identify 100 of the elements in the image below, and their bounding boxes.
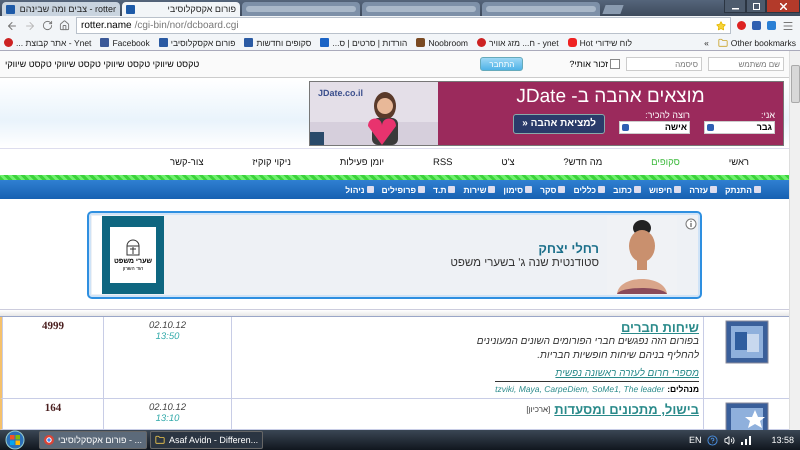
maximize-icon	[752, 2, 760, 10]
managers-list: tzviki, Maya, CarpeDiem, SoMe1, The leader	[495, 384, 664, 395]
last-post-time: 13:10	[154, 413, 180, 424]
ad-headline: מוצאים אהבה ב- JDate	[516, 86, 705, 108]
username-field[interactable]: שם משתמש	[708, 57, 784, 71]
bookmark[interactable]: לוח שידורי Hot	[568, 38, 632, 48]
nav-link[interactable]: צ'ט	[501, 156, 515, 168]
menu-icon[interactable]	[782, 20, 794, 32]
address-bar[interactable]: rotter.name /cgi-bin/nor/dcboard.cgi	[76, 17, 731, 34]
toolbar-link[interactable]: התנתק	[725, 184, 761, 194]
last-post-date: 02.10.12	[148, 320, 187, 331]
toolbar-icon	[674, 186, 682, 193]
toolbar-icon	[525, 186, 532, 193]
close-button[interactable]	[766, 0, 800, 13]
nav-link[interactable]: RSS	[432, 156, 453, 168]
bookmark[interactable]: Noobroom	[416, 38, 468, 48]
maximize-button[interactable]	[746, 0, 766, 13]
browser-tab[interactable]: פורום אקסקלוסיבי	[122, 2, 240, 16]
folder-icon	[154, 435, 165, 445]
volume-icon[interactable]	[724, 434, 736, 446]
toolbar-icon	[488, 186, 496, 193]
start-button[interactable]	[4, 430, 26, 450]
forum-link[interactable]: מספרי חרום לעזרה ראשונה נפשית	[555, 368, 699, 379]
gender-select[interactable]: גבר	[704, 120, 775, 134]
browser-tab[interactable]: rotter - צבים ומה שבינהם	[2, 2, 120, 16]
signal-icon	[741, 436, 752, 444]
bookmark-icon	[416, 38, 426, 47]
forum-title[interactable]: בישול, מתכונים ומסעדות	[554, 402, 699, 417]
nav-link[interactable]: יומן פעילות	[340, 156, 384, 168]
bookmark[interactable]: הורדות | סרטים | ס...	[320, 38, 408, 48]
nav-link[interactable]: ניקוי קוקיז	[252, 156, 291, 168]
page-icon	[126, 4, 135, 14]
ad-logo: JDate.co.il	[318, 88, 364, 98]
toolbar-icon	[448, 186, 456, 193]
toolbar-icon	[418, 186, 426, 193]
taskbar-button[interactable]: פורום אקסקלוסיבי - ...	[39, 431, 147, 449]
folder-icon	[718, 38, 728, 48]
nav-link[interactable]: ראשי	[728, 156, 749, 168]
bookmark[interactable]: ynet - ח... מזג אוויר	[477, 38, 559, 48]
password-field[interactable]: סיסמה	[626, 57, 702, 71]
forum-title[interactable]: שיחות חברים	[620, 320, 699, 335]
remember-label: זכור אותי?	[569, 59, 608, 69]
close-icon	[780, 2, 786, 10]
seeking-select[interactable]: אישה	[619, 120, 690, 134]
bookmark-icon	[477, 38, 486, 47]
managers-label: מנהלים:	[667, 384, 699, 395]
toolbar-link[interactable]: סימון	[503, 184, 532, 194]
bookmark-icon	[244, 38, 254, 47]
home-icon[interactable]	[59, 20, 70, 31]
toolbar-link[interactable]: כללים	[573, 184, 606, 194]
page-icon	[6, 4, 15, 14]
remember-checkbox[interactable]	[610, 59, 620, 69]
minimize-button[interactable]	[724, 0, 746, 13]
ad-caption: סטודנטית שנה ג' בשערי משפט	[450, 257, 599, 269]
last-post-time: 13:50	[154, 330, 180, 342]
toolbar-icon	[634, 186, 641, 193]
toolbar-link[interactable]: פרופילים	[382, 184, 426, 194]
search-love-button[interactable]: למציאת אהבה «	[513, 114, 605, 134]
taskbar-button[interactable]: Asaf Avidn - Differen...	[150, 431, 264, 449]
other-bookmarks[interactable]: Other bookmarks	[718, 38, 796, 48]
star-icon[interactable]	[716, 20, 726, 30]
nav-link[interactable]: צור-קשר	[170, 156, 204, 168]
toolbar-icon	[710, 186, 717, 193]
toolbar-link[interactable]: סקר	[540, 184, 566, 194]
bookmark-icon	[320, 38, 330, 47]
browser-icon	[44, 435, 54, 445]
reload-icon[interactable]	[42, 20, 53, 31]
toolbar-icon	[754, 186, 761, 193]
faces-icon	[724, 320, 768, 364]
field-label: רוצה להכיר:	[644, 110, 690, 120]
nav-link[interactable]: מה חדש?	[563, 156, 602, 168]
toolbar-link[interactable]: ת.ד	[433, 184, 456, 194]
bookmark[interactable]: Facebook	[100, 38, 150, 48]
bookmark-icon	[100, 38, 110, 47]
marketing-text: טקסט שיווקי טקסט שיווקי טקסט שיווקי טקסט שיווקי	[5, 59, 200, 69]
toolbar-link[interactable]: עזרה	[689, 184, 717, 194]
toolbar-link[interactable]: שירות	[463, 184, 496, 194]
clock: 13:58	[771, 435, 794, 445]
post-count: 164	[44, 402, 62, 414]
scrollbar[interactable]	[789, 51, 800, 430]
bookmark-icon	[4, 38, 13, 47]
toolbar-link[interactable]: ניהול	[345, 184, 374, 194]
toolbar-link[interactable]: כתוב	[613, 184, 641, 194]
info-icon[interactable]	[685, 218, 697, 230]
bookmark[interactable]: סקופים וחדשות	[244, 38, 312, 48]
bookmark-icon	[158, 38, 168, 47]
back-icon[interactable]	[6, 20, 18, 32]
help-icon[interactable]	[707, 434, 718, 446]
toolbar-icon	[598, 186, 606, 193]
new-tab-button[interactable]	[602, 5, 624, 14]
language-indicator[interactable]: EN	[688, 435, 702, 445]
more-bookmarks-button[interactable]: »	[704, 38, 709, 48]
courthouse-icon	[125, 238, 141, 256]
toolbar-icon	[366, 186, 374, 193]
last-post-date: 02.10.12	[148, 402, 187, 413]
post-count: 4999	[41, 320, 65, 332]
toolbar-link[interactable]: חיפוש	[648, 184, 682, 194]
bookmark[interactable]: פורום אקסקלוסיבי	[158, 38, 236, 48]
bookmark[interactable]: Ynet - אתר קבוצת ...	[4, 38, 92, 48]
archive-tag: [ארכיון]	[526, 405, 550, 414]
